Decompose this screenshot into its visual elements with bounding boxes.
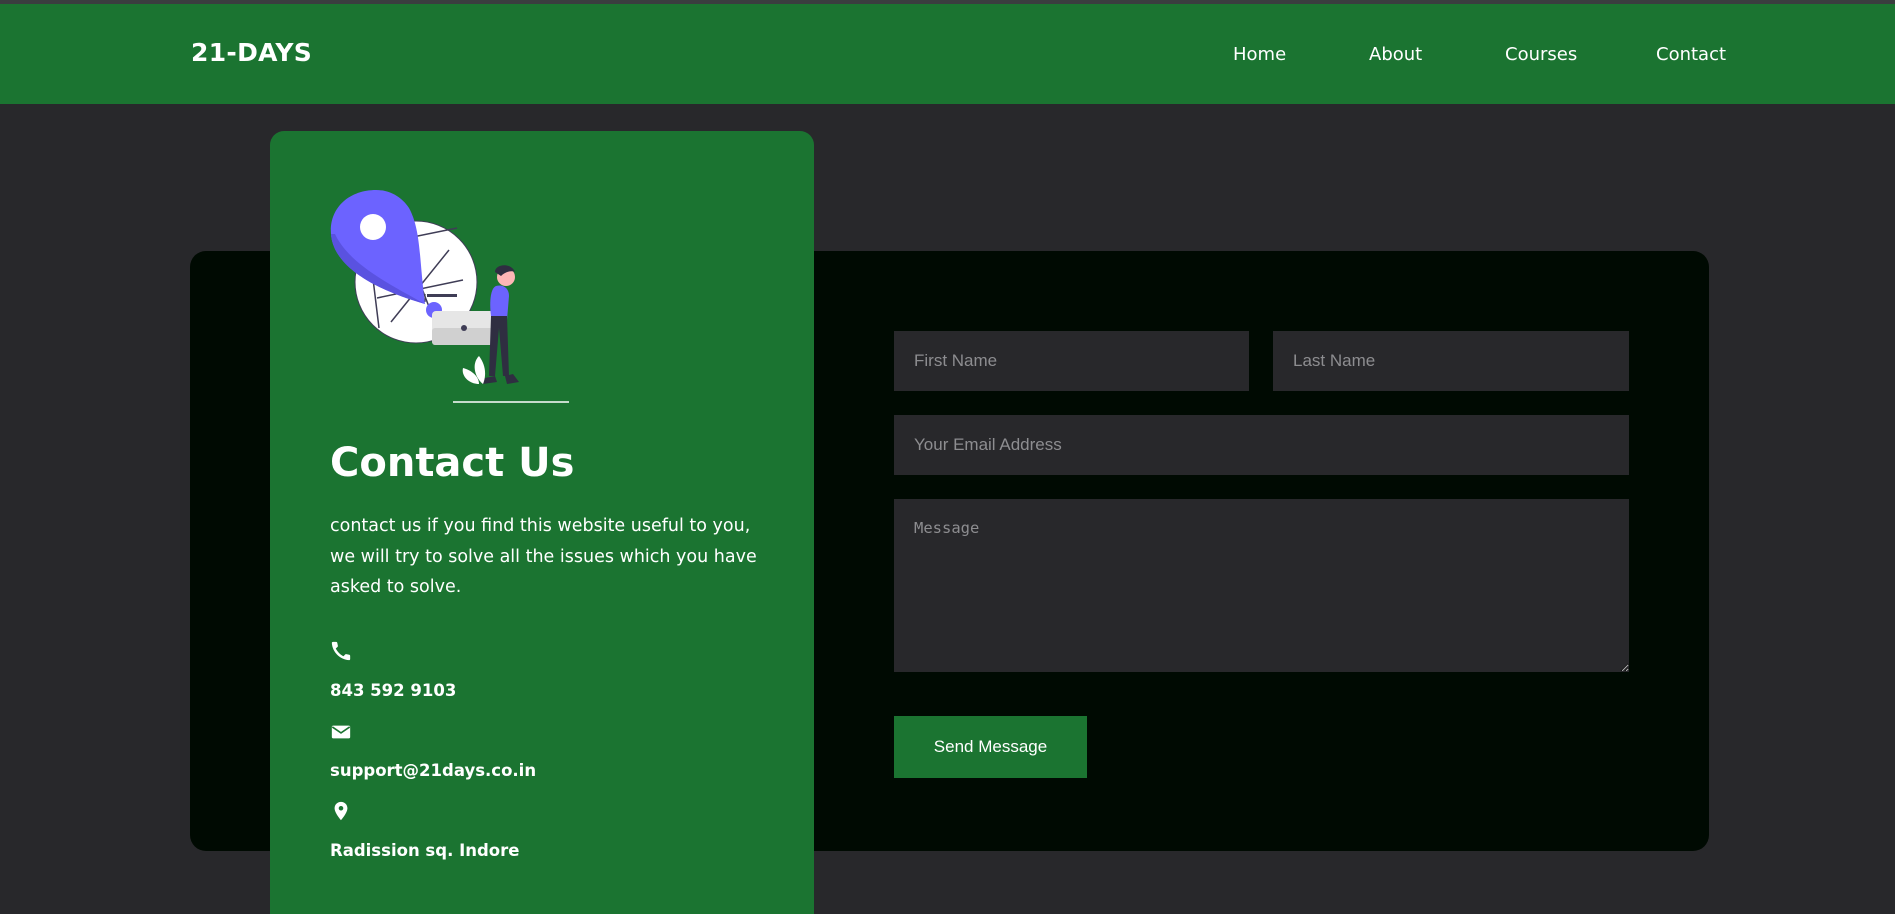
send-message-button[interactable]: Send Message (894, 716, 1087, 778)
message-textarea[interactable] (894, 499, 1629, 672)
nav-about-link[interactable]: About (1369, 44, 1422, 65)
first-name-input[interactable] (894, 331, 1249, 391)
contact-address: Radission sq. Indore (330, 841, 520, 860)
site-logo[interactable]: 21-DAYS (191, 38, 312, 67)
contact-title: Contact Us (330, 440, 575, 486)
phone-icon (331, 641, 351, 661)
contact-email[interactable]: support@21days.co.in (330, 761, 536, 780)
nav-contact-link[interactable]: Contact (1656, 44, 1726, 65)
contact-phone[interactable]: 843 592 9103 (330, 681, 456, 700)
nav-courses-link[interactable]: Courses (1505, 44, 1577, 65)
navbar: 21-DAYS Home About Courses Contact (0, 4, 1895, 104)
envelope-icon (331, 725, 351, 739)
last-name-input[interactable] (1273, 331, 1629, 391)
contact-description: contact us if you find this website usef… (330, 516, 757, 597)
email-input[interactable] (894, 415, 1629, 475)
map-marker-icon (334, 801, 348, 821)
nav-home-link[interactable]: Home (1233, 44, 1286, 65)
location-person-illustration (330, 190, 569, 403)
